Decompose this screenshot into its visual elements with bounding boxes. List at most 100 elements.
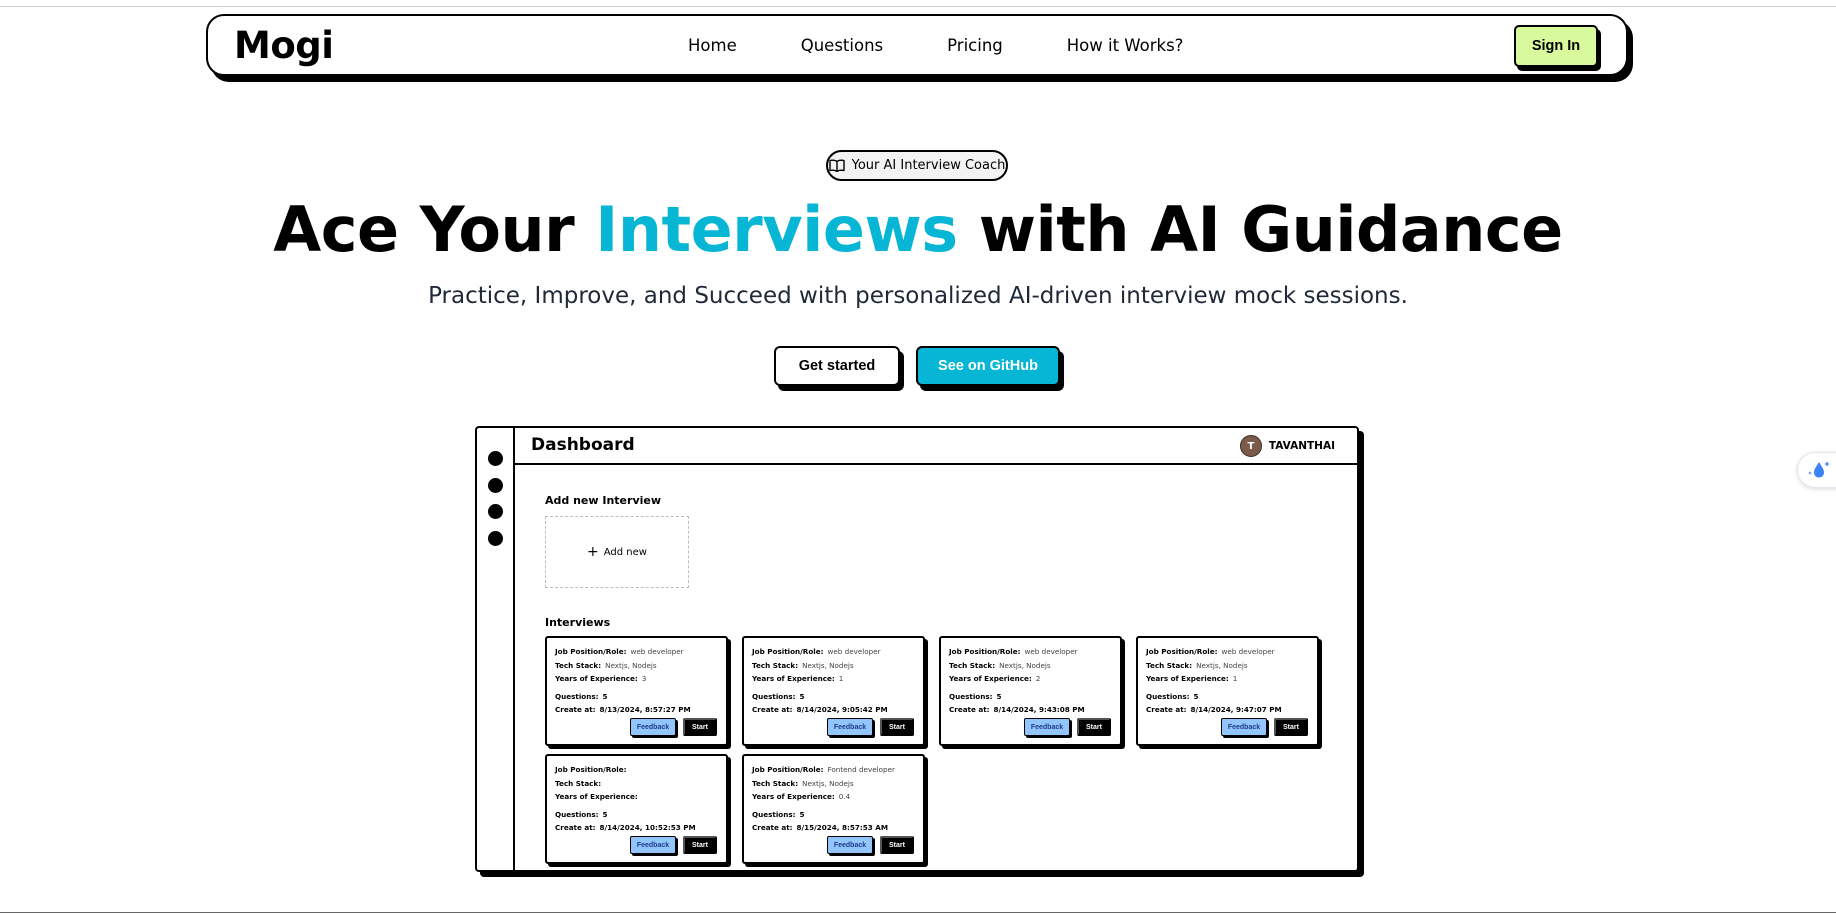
- field-value: Nextjs, Nodejs: [802, 778, 854, 788]
- interview-created: Create at: 8/14/2024, 9:05:42 PM: [752, 703, 915, 717]
- field-value: 8/14/2024, 9:05:42 PM: [796, 705, 888, 714]
- interview-stack: Tech Stack: Nextjs, Nodejs: [555, 659, 718, 673]
- start-button[interactable]: Start: [880, 718, 914, 736]
- interview-questions: Questions: 5: [555, 690, 718, 704]
- start-button[interactable]: Start: [1077, 718, 1111, 736]
- sign-in-button[interactable]: Sign In: [1514, 25, 1598, 67]
- field-label: Create at:: [555, 823, 596, 832]
- interview-questions: Questions: 5: [949, 690, 1112, 704]
- hero-title-post: with AI Guidance: [957, 193, 1563, 266]
- interview-card: Job Position/Role: web developer Tech Stac…: [545, 636, 728, 746]
- feedback-button[interactable]: Feedback: [827, 836, 873, 854]
- field-label: Years of Experience:: [555, 792, 638, 801]
- interview-exp: Years of Experience: 1: [1146, 672, 1309, 686]
- field-label: Create at:: [949, 705, 990, 714]
- hero-title: Ace Your Interviews with AI Guidance: [0, 193, 1836, 266]
- interview-created: Create at: 8/15/2024, 8:57:53 AM: [752, 821, 915, 835]
- field-label: Job Position/Role:: [555, 765, 627, 774]
- floating-widget[interactable]: [1797, 452, 1836, 488]
- droplet-sparkle-icon: [1808, 461, 1830, 478]
- hero-subtitle: Practice, Improve, and Succeed with pers…: [428, 283, 1408, 309]
- field-label: Years of Experience:: [1146, 674, 1229, 683]
- interview-exp: Years of Experience: 1: [752, 672, 915, 686]
- interview-stack: Tech Stack: Nextjs, Nodejs: [752, 659, 915, 673]
- interview-stack: Tech Stack: Nextjs, Nodejs: [949, 659, 1112, 673]
- field-label: Questions:: [555, 691, 599, 701]
- add-new-card[interactable]: + Add new: [545, 516, 689, 588]
- feedback-button[interactable]: Feedback: [1024, 718, 1070, 736]
- sidebar-dot[interactable]: [488, 478, 503, 493]
- user-name: TAVANTHAI: [1268, 440, 1335, 452]
- interview-role: Job Position/Role: web developer: [752, 645, 915, 659]
- field-label: Questions:: [949, 691, 993, 701]
- feedback-button[interactable]: Feedback: [827, 718, 873, 736]
- sidebar-dot[interactable]: [488, 504, 503, 519]
- interview-created: Create at: 8/14/2024, 9:43:08 PM: [949, 703, 1112, 717]
- field-value: 5: [1193, 691, 1199, 701]
- feedback-button[interactable]: Feedback: [1221, 718, 1267, 736]
- field-value: 8/14/2024, 9:43:08 PM: [993, 705, 1085, 714]
- dashboard-sidebar: [477, 428, 515, 870]
- add-new-label: Add new: [603, 546, 647, 558]
- interview-stack: Tech Stack: Nextjs, Nodejs: [1146, 659, 1309, 673]
- field-value: 2: [1035, 674, 1041, 683]
- interview-actions: Feedback Start: [827, 718, 914, 736]
- field-label: Years of Experience:: [752, 792, 835, 801]
- github-button[interactable]: See on GitHub: [916, 346, 1060, 386]
- field-value: 1: [1232, 674, 1238, 683]
- field-label: Job Position/Role:: [1146, 647, 1218, 656]
- field-label: Years of Experience:: [949, 674, 1032, 683]
- logo[interactable]: Mogi: [234, 24, 334, 67]
- interview-actions: Feedback Start: [630, 836, 717, 854]
- add-interview-label: Add new Interview: [545, 494, 662, 507]
- field-label: Job Position/Role:: [752, 765, 824, 774]
- start-button[interactable]: Start: [683, 718, 717, 736]
- field-value: web developer: [1024, 647, 1078, 656]
- field-value: 5: [799, 691, 805, 701]
- nav-link-questions[interactable]: Questions: [801, 36, 883, 55]
- field-value: web developer: [1221, 647, 1275, 656]
- nav-link-pricing[interactable]: Pricing: [947, 36, 1003, 55]
- sidebar-dot[interactable]: [488, 451, 503, 466]
- field-value: Nextjs, Nodejs: [605, 660, 657, 670]
- field-value: 8/14/2024, 9:47:07 PM: [1190, 705, 1282, 714]
- start-button[interactable]: Start: [880, 836, 914, 854]
- hero-title-pre: Ace Your: [273, 193, 596, 266]
- nav-link-how-it-works[interactable]: How it Works?: [1067, 36, 1184, 55]
- interview-exp: Years of Experience:: [555, 790, 718, 804]
- sidebar-dot[interactable]: [488, 531, 503, 546]
- field-label: Years of Experience:: [752, 674, 835, 683]
- feedback-button[interactable]: Feedback: [630, 718, 676, 736]
- interview-exp: Years of Experience: 0.4: [752, 790, 915, 804]
- field-label: Tech Stack:: [752, 778, 799, 788]
- nav-links: Home Questions Pricing How it Works?: [688, 36, 1247, 55]
- interview-questions: Questions: 5: [752, 808, 915, 822]
- field-label: Questions:: [555, 809, 599, 819]
- dashboard-preview: Dashboard T TAVANTHAI Add new Interview …: [475, 426, 1359, 872]
- interview-card: Job Position/Role: Tech Stack: Years of Ex…: [545, 754, 728, 864]
- hero-title-accent: Interviews: [595, 193, 958, 266]
- field-label: Job Position/Role:: [752, 647, 824, 656]
- get-started-button[interactable]: Get started: [774, 346, 900, 386]
- dashboard-header: Dashboard T TAVANTHAI: [515, 428, 1357, 465]
- field-value: 5: [799, 809, 805, 819]
- interview-created: Create at: 8/13/2024, 8:57:27 PM: [555, 703, 718, 717]
- dashboard-title: Dashboard: [531, 435, 635, 455]
- field-label: Create at:: [752, 705, 793, 714]
- field-value: 8/13/2024, 8:57:27 PM: [599, 705, 691, 714]
- interview-actions: Feedback Start: [827, 836, 914, 854]
- field-label: Tech Stack:: [555, 660, 602, 670]
- user-menu[interactable]: T TAVANTHAI: [1239, 435, 1335, 457]
- interview-card: Job Position/Role: web developer Tech Stac…: [742, 636, 925, 746]
- field-value: web developer: [827, 647, 881, 656]
- field-value: 5: [602, 809, 608, 819]
- start-button[interactable]: Start: [1274, 718, 1308, 736]
- start-button[interactable]: Start: [683, 836, 717, 854]
- interview-actions: Feedback Start: [630, 718, 717, 736]
- plus-icon: +: [587, 544, 599, 560]
- nav-link-home[interactable]: Home: [688, 36, 737, 55]
- feedback-button[interactable]: Feedback: [630, 836, 676, 854]
- field-value: 8/14/2024, 10:52:53 PM: [599, 823, 696, 832]
- hero-badge-label: Your AI Interview Coach: [851, 158, 1006, 173]
- field-label: Create at:: [555, 705, 596, 714]
